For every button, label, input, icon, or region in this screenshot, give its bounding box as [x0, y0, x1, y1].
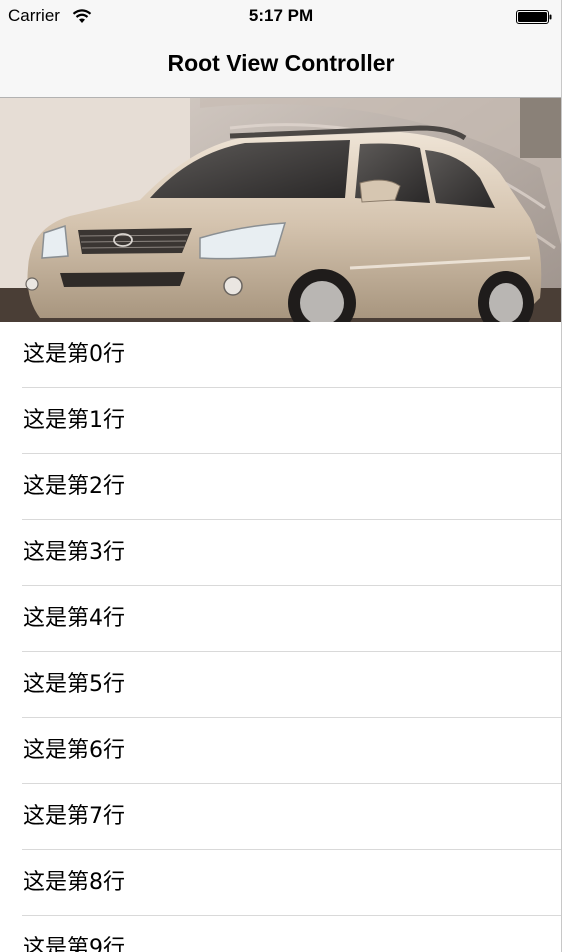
table-row-label: 这是第4行	[23, 606, 125, 631]
table-row[interactable]: 这是第2行	[0, 454, 562, 520]
car-photo-graphic	[0, 98, 562, 322]
status-time: 5:17 PM	[248, 6, 314, 25]
table-row-label: 这是第8行	[23, 870, 125, 895]
table-row[interactable]: 这是第6行	[0, 718, 562, 784]
table-row-label: 这是第7行	[23, 804, 125, 829]
table-row-label: 这是第0行	[23, 342, 125, 367]
table-row[interactable]: 这是第5行	[0, 652, 562, 718]
navigation-bar: Root View Controller	[0, 34, 562, 98]
table-row-label: 这是第1行	[23, 408, 125, 433]
table-row[interactable]: 这是第8行	[0, 850, 562, 916]
table-row-label: 这是第6行	[23, 738, 125, 763]
table-row[interactable]: 这是第7行	[0, 784, 562, 850]
status-bar: Carrier 5:17 PM	[0, 0, 562, 34]
battery-full-icon	[516, 10, 552, 24]
app-screen: Carrier 5:17 PM Root View Controller 这是第…	[0, 0, 562, 952]
table-row[interactable]: 这是第0行	[0, 322, 562, 388]
table-row-label: 这是第2行	[23, 474, 125, 499]
table-row[interactable]: 这是第9行	[0, 916, 562, 952]
table-row[interactable]: 这是第4行	[0, 586, 562, 652]
table-row-label: 这是第5行	[23, 672, 125, 697]
table-row-label: 这是第9行	[23, 936, 125, 952]
car-photo	[0, 98, 562, 322]
table-row-label: 这是第3行	[23, 540, 125, 565]
nav-title: Root View Controller	[167, 50, 395, 76]
table-row[interactable]: 这是第1行	[0, 388, 562, 454]
table-view[interactable]: 这是第0行这是第1行这是第2行这是第3行这是第4行这是第5行这是第6行这是第7行…	[0, 322, 562, 952]
table-row[interactable]: 这是第3行	[0, 520, 562, 586]
